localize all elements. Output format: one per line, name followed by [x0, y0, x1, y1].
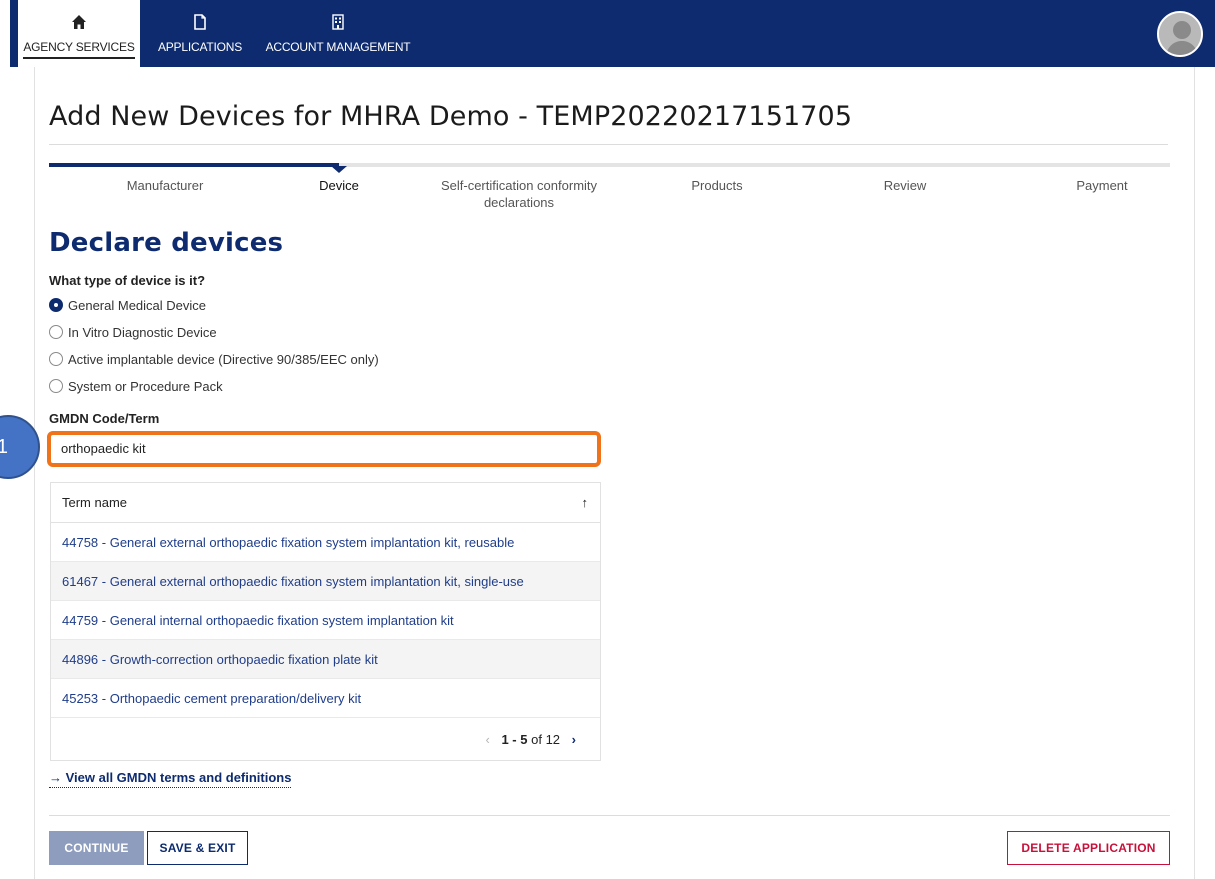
term-name-column-header: Term name	[62, 495, 128, 510]
gmdn-code-term-label: GMDN Code/Term	[49, 411, 160, 426]
page-title: Add New Devices for MHRA Demo - TEMP2022…	[49, 101, 853, 132]
progress-stepper: Manufacturer Device Self-certification c…	[49, 163, 1170, 213]
nav-account-management-label: ACCOUNT MANAGEMENT	[265, 40, 411, 54]
radio-label: System or Procedure Pack	[68, 378, 223, 394]
declare-devices-heading: Declare devices	[49, 228, 284, 258]
step-review: Review	[883, 178, 927, 193]
radio-button-selected[interactable]	[49, 298, 63, 312]
top-nav-bar: AGENCY SERVICES APPLICATIONS ACCOUNT MAN…	[10, 0, 1215, 67]
main-panel: Add New Devices for MHRA Demo - TEMP2022…	[34, 67, 1195, 879]
results-pager: ‹ 1 - 5 of 12 ›	[486, 720, 577, 760]
radio-system-or-procedure-pack[interactable]: System or Procedure Pack	[49, 377, 223, 395]
pager-total: of 12	[531, 732, 561, 747]
building-icon	[258, 14, 418, 36]
chevron-right-icon[interactable]: ›	[572, 732, 576, 747]
nav-applications-label: APPLICATIONS	[157, 40, 243, 54]
bottom-divider	[49, 815, 1170, 816]
result-row[interactable]: 45253 - Orthopaedic cement preparation/d…	[51, 679, 600, 718]
pager-range: 1 - 5	[501, 732, 528, 747]
step-self-certification: Self-certification conformity declaratio…	[440, 178, 598, 210]
home-icon	[18, 14, 140, 36]
nav-applications[interactable]: APPLICATIONS	[146, 0, 254, 67]
nav-agency-services-label: AGENCY SERVICES	[23, 40, 135, 59]
save-and-exit-button[interactable]: SAVE & EXIT	[147, 831, 248, 865]
radio-label: General Medical Device	[68, 297, 207, 313]
step-products: Products	[691, 178, 743, 193]
result-row[interactable]: 44758 - General external orthopaedic fix…	[51, 523, 600, 562]
user-avatar-icon[interactable]	[1157, 11, 1203, 57]
gmdn-search-input[interactable]: orthopaedic kit	[47, 431, 601, 467]
step-manufacturer[interactable]: Manufacturer	[80, 177, 250, 194]
delete-application-button[interactable]: DELETE APPLICATION	[1007, 831, 1170, 865]
view-all-gmdn-terms-link[interactable]: → View all GMDN terms and definitions	[49, 770, 292, 788]
radio-active-implantable-device[interactable]: Active implantable device (Directive 90/…	[49, 350, 379, 368]
step-payment: Payment	[1076, 178, 1128, 193]
nav-agency-services[interactable]: AGENCY SERVICES	[18, 0, 140, 67]
result-row[interactable]: 44759 - General internal orthopaedic fix…	[51, 601, 600, 640]
radio-button[interactable]	[49, 325, 63, 339]
continue-button[interactable]: CONTINUE	[49, 831, 144, 865]
result-row[interactable]: 44896 - Growth-correction orthopaedic fi…	[51, 640, 600, 679]
document-icon	[146, 14, 254, 36]
gmdn-results-table: Term name ↑ 44758 - General external ort…	[50, 482, 601, 761]
stepper-current-indicator	[331, 166, 347, 173]
radio-in-vitro-diagnostic-device[interactable]: In Vitro Diagnostic Device	[49, 323, 217, 341]
device-type-question: What type of device is it?	[49, 273, 206, 288]
step-device: Device	[319, 178, 359, 193]
radio-label: In Vitro Diagnostic Device	[68, 324, 217, 340]
stepper-progress	[49, 163, 339, 167]
radio-button[interactable]	[49, 379, 63, 393]
sort-up-arrow-icon[interactable]: ↑	[582, 483, 589, 523]
radio-button[interactable]	[49, 352, 63, 366]
title-divider	[49, 144, 1168, 145]
result-row[interactable]: 61467 - General external orthopaedic fix…	[51, 562, 600, 601]
radio-general-medical-device[interactable]: General Medical Device	[49, 296, 206, 314]
results-header[interactable]: Term name ↑	[51, 483, 600, 523]
nav-account-management[interactable]: ACCOUNT MANAGEMENT	[258, 0, 418, 67]
chevron-left-icon[interactable]: ‹	[486, 732, 490, 747]
radio-label: Active implantable device (Directive 90/…	[68, 351, 379, 367]
